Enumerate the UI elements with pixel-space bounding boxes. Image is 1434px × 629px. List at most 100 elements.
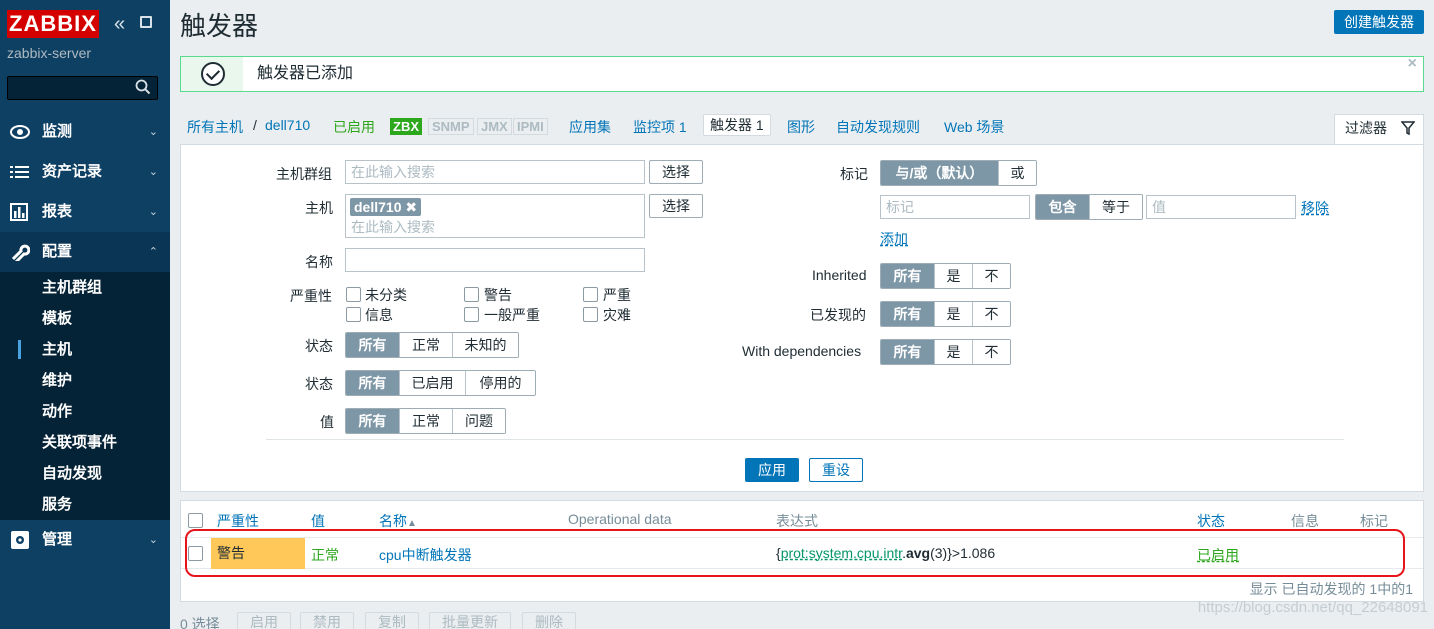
host-input-placeholder: 在此输入搜索: [351, 219, 435, 235]
tags-eval-or[interactable]: 或: [998, 161, 1036, 185]
tag-add-link[interactable]: 添加: [880, 229, 908, 249]
column-header-severity[interactable]: 严重性: [217, 511, 259, 531]
dependencies-option-yes[interactable]: 是: [934, 340, 972, 364]
host-multiselect[interactable]: dell710 ✖ 在此输入搜索: [345, 194, 645, 238]
tags-eval-segmented-control: 与/或（默认） 或: [880, 160, 1037, 186]
severity-checkbox-disaster[interactable]: [583, 307, 598, 322]
host-status[interactable]: 已启用: [333, 117, 375, 137]
discovered-option-yes[interactable]: 是: [934, 302, 972, 326]
host-group-select-button[interactable]: 选择: [649, 160, 703, 184]
filter-funnel-icon: [1401, 121, 1415, 135]
inherited-option-all[interactable]: 所有: [881, 264, 934, 288]
host-chip[interactable]: dell710 ✖: [350, 198, 422, 216]
nav-web-scenarios[interactable]: Web 场景: [944, 117, 1004, 137]
sidebar-search-input[interactable]: [7, 76, 158, 100]
enable-button[interactable]: 启用: [237, 612, 291, 629]
submenu-actions[interactable]: 动作: [0, 396, 170, 427]
configuration-submenu: 主机群组 模板 主机 维护 动作 关联项事件 自动发现 服务: [0, 272, 170, 520]
menu-label: 配置: [42, 243, 73, 260]
with-dependencies-label: With dependencies: [742, 343, 862, 359]
nav-applications[interactable]: 应用集: [569, 117, 611, 137]
value-option-problem[interactable]: 问题: [452, 409, 505, 433]
nav-graphs[interactable]: 图形: [787, 117, 815, 137]
close-icon[interactable]: ×: [1408, 55, 1417, 73]
status-option-all[interactable]: 所有: [346, 371, 399, 395]
delete-button[interactable]: 删除: [522, 612, 576, 629]
disable-button[interactable]: 禁用: [300, 612, 354, 629]
submenu-discovery[interactable]: 自动发现: [0, 458, 170, 489]
collapse-sidebar-icon[interactable]: «: [114, 12, 125, 36]
severity-checkbox-not-classified[interactable]: [346, 287, 361, 302]
column-header-expression: 表达式: [776, 513, 818, 529]
menu-reports[interactable]: 报表 ⌄: [0, 192, 170, 232]
column-header-info: 信息: [1291, 513, 1319, 529]
tags-eval-and-or[interactable]: 与/或（默认）: [881, 161, 998, 185]
column-header-name[interactable]: 名称▲: [379, 511, 417, 531]
severity-checkbox-warning[interactable]: [464, 287, 479, 302]
reset-button[interactable]: 重设: [809, 458, 863, 482]
snmp-availability-badge: SNMP: [428, 118, 474, 135]
eye-icon: [10, 125, 30, 139]
submenu-hosts[interactable]: 主机: [0, 334, 170, 365]
status-option-disabled[interactable]: 停用的: [465, 371, 535, 395]
tag-name-input[interactable]: 标记: [880, 195, 1030, 219]
tag-operator-contains[interactable]: 包含: [1036, 195, 1089, 219]
severity-option-label: 未分类: [365, 287, 407, 303]
inherited-option-no[interactable]: 不: [972, 264, 1010, 288]
state-option-unknown[interactable]: 未知的: [452, 333, 518, 357]
value-segmented-control: 所有 正常 问题: [345, 408, 506, 434]
severity-checkbox-information[interactable]: [346, 307, 361, 322]
nav-items[interactable]: 监控项 1: [633, 117, 687, 137]
mass-update-button[interactable]: 批量更新: [429, 612, 511, 629]
menu-monitoring[interactable]: 监测 ⌄: [0, 112, 170, 152]
select-all-checkbox[interactable]: [188, 513, 203, 528]
remove-chip-icon[interactable]: ✖: [405, 199, 417, 215]
inherited-label: Inherited: [812, 267, 867, 283]
discovered-option-no[interactable]: 不: [972, 302, 1010, 326]
breadcrumb-host[interactable]: dell710: [265, 117, 310, 133]
dependencies-option-no[interactable]: 不: [972, 340, 1010, 364]
apply-button[interactable]: 应用: [745, 458, 799, 482]
copy-button[interactable]: 复制: [365, 612, 419, 629]
host-group-input[interactable]: 在此输入搜索: [345, 160, 645, 184]
menu-label: 监测: [42, 123, 73, 140]
status-option-enabled[interactable]: 已启用: [399, 371, 465, 395]
tag-operator-segmented-control: 包含 等于: [1035, 194, 1143, 220]
create-trigger-button[interactable]: 创建触发器: [1334, 10, 1424, 34]
severity-checkbox-high[interactable]: [583, 287, 598, 302]
tag-remove-link[interactable]: 移除: [1301, 198, 1329, 218]
discovered-option-all[interactable]: 所有: [881, 302, 934, 326]
nav-discovery-rules[interactable]: 自动发现规则: [836, 117, 920, 137]
filter-tab-label: 过滤器: [1345, 120, 1387, 136]
tag-operator-equals[interactable]: 等于: [1089, 195, 1142, 219]
column-header-value[interactable]: 值: [311, 511, 325, 531]
filter-tab[interactable]: 过滤器: [1334, 114, 1424, 144]
state-option-normal[interactable]: 正常: [399, 333, 452, 357]
value-option-all[interactable]: 所有: [346, 409, 399, 433]
submenu-maintenance[interactable]: 维护: [0, 365, 170, 396]
submenu-services[interactable]: 服务: [0, 489, 170, 520]
state-option-all[interactable]: 所有: [346, 333, 399, 357]
menu-label: 报表: [42, 203, 73, 220]
inherited-option-yes[interactable]: 是: [934, 264, 972, 288]
dependencies-option-all[interactable]: 所有: [881, 340, 934, 364]
breadcrumb-all-hosts[interactable]: 所有主机: [187, 117, 243, 137]
submenu-host-groups[interactable]: 主机群组: [0, 272, 170, 303]
severity-checkbox-average[interactable]: [464, 307, 479, 322]
submenu-event-correlation[interactable]: 关联项事件: [0, 427, 170, 458]
menu-configuration[interactable]: 配置 ⌃: [0, 232, 170, 272]
search-icon[interactable]: [135, 79, 151, 95]
value-option-ok[interactable]: 正常: [399, 409, 452, 433]
column-header-status[interactable]: 状态: [1197, 511, 1225, 531]
menu-administration[interactable]: 管理 ⌄: [0, 520, 170, 560]
nav-triggers[interactable]: 触发器 1: [703, 114, 771, 136]
kiosk-mode-icon[interactable]: [140, 16, 152, 28]
submenu-templates[interactable]: 模板: [0, 303, 170, 334]
severity-option-label: 一般严重: [484, 307, 540, 323]
host-select-button[interactable]: 选择: [649, 194, 703, 218]
success-message: 触发器已添加 ×: [180, 55, 1424, 92]
menu-inventory[interactable]: 资产记录 ⌄: [0, 152, 170, 192]
zabbix-logo[interactable]: ZABBIX: [7, 10, 99, 38]
tag-value-input[interactable]: 值: [1146, 195, 1296, 219]
name-input[interactable]: [345, 248, 645, 272]
